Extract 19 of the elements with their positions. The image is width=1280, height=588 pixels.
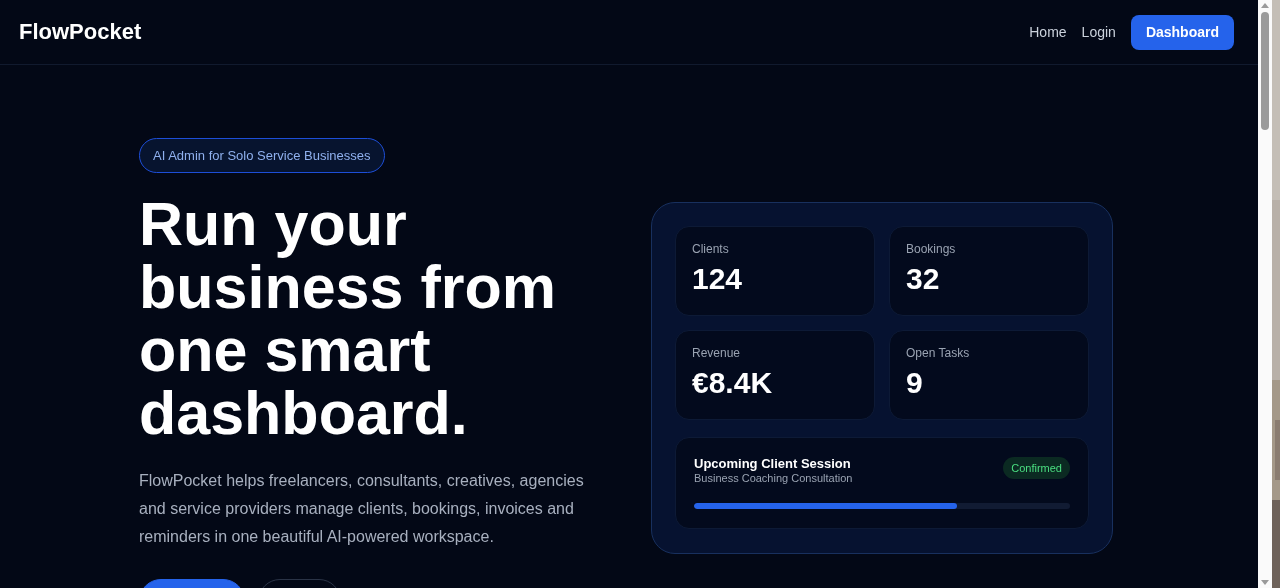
dashboard-button[interactable]: Dashboard [1130, 14, 1234, 50]
stat-value: 9 [906, 366, 924, 400]
tagline-badge: AI Admin for Solo Service Businesses [139, 138, 385, 173]
headline: Run your business from one smart dashboard. [139, 193, 556, 445]
session-subtitle: Business Coaching Consultation [694, 472, 853, 484]
stat-label: Clients [692, 242, 730, 256]
nav-link[interactable]: Home [1029, 24, 1067, 40]
stat-label: Open Tasks [906, 346, 971, 360]
nav-link[interactable]: Login [1081, 24, 1116, 40]
stat-value: 124 [692, 262, 744, 296]
status-badge: Confirmed [1003, 457, 1070, 479]
stat-label: Bookings [906, 242, 957, 256]
stat-value: €8.4K [692, 366, 774, 400]
stat-label: Revenue [692, 346, 742, 360]
stat-value: 32 [906, 262, 941, 296]
scrollbar[interactable] [1258, 0, 1272, 588]
description: FlowPocket helps freelancers, consultants, creatives, agencies and service providers manage clients, bookings, invoices and reminders in one beautiful AI-powered workspace. [139, 471, 585, 547]
logo[interactable]: FlowPocket [19, 19, 1030, 45]
session-title: Upcoming Client Session [694, 456, 852, 471]
